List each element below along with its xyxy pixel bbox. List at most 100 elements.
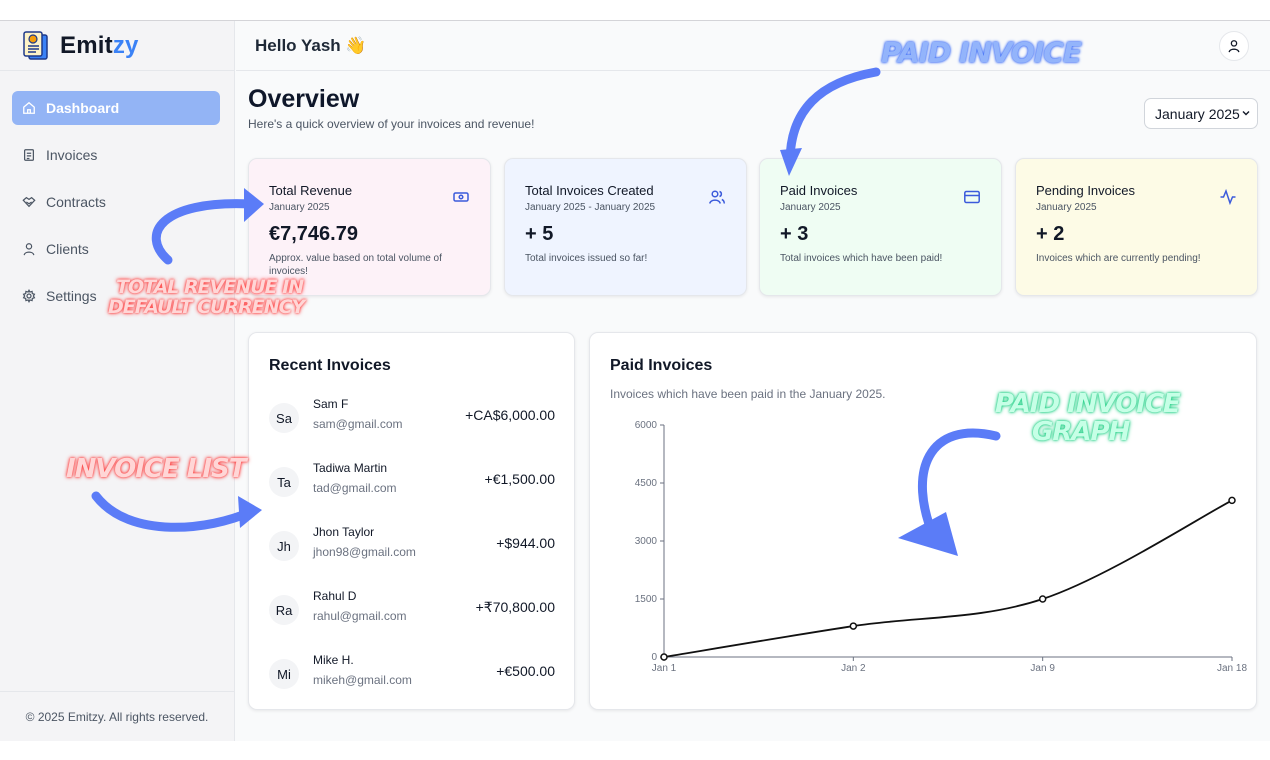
- card-title: Total Revenue: [269, 183, 353, 198]
- sidebar-item-dashboard[interactable]: Dashboard: [12, 91, 220, 125]
- user-icon: [1228, 40, 1240, 53]
- brand-name: Emitzy: [60, 31, 139, 59]
- sidebar-item-contracts[interactable]: Contracts: [12, 185, 220, 219]
- gear-icon: [22, 289, 36, 303]
- card-date: January 2025: [1036, 202, 1097, 213]
- total-invoices-card[interactable]: Total Invoices Created January 2025 - Ja…: [504, 158, 747, 296]
- client-name: Rahul D: [313, 589, 357, 603]
- y-tick-label: 6000: [635, 420, 658, 431]
- client-name: Sam F: [313, 397, 349, 411]
- month-select[interactable]: January 2025: [1144, 98, 1258, 129]
- card-value: + 5: [525, 223, 554, 245]
- invoice-row[interactable]: Sa Sam F sam@gmail.com +CA$6,000.00: [269, 397, 555, 441]
- y-tick-label: 3000: [635, 536, 658, 547]
- sidebar: Emitzy Dashboard Invoices Contracts Clie…: [0, 21, 235, 741]
- users-icon: [709, 190, 726, 204]
- card-date: January 2025 - January 2025: [525, 202, 656, 213]
- client-avatar: Sa: [269, 403, 299, 433]
- card-description: Total invoices issued so far!: [525, 253, 648, 264]
- client-avatar: Ra: [269, 595, 299, 625]
- app-window: Emitzy Dashboard Invoices Contracts Clie…: [0, 20, 1270, 741]
- profile-button[interactable]: [1219, 31, 1249, 61]
- card-value: + 2: [1036, 223, 1065, 245]
- invoice-amount: +CA$6,000.00: [465, 407, 555, 423]
- client-email: tad@gmail.com: [313, 481, 397, 495]
- page-title: Overview: [248, 85, 360, 113]
- main-content: Overview Here's a quick overview of your…: [248, 85, 1258, 710]
- client-email: jhon98@gmail.com: [313, 545, 416, 559]
- chart-title: Paid Invoices: [610, 357, 713, 374]
- sidebar-item-invoices[interactable]: Invoices: [12, 138, 220, 172]
- client-email: sam@gmail.com: [313, 417, 403, 431]
- x-tick-label: Jan 2: [841, 663, 866, 674]
- chevron-down-icon: [1242, 111, 1250, 116]
- invoice-amount: +₹70,800.00: [475, 599, 555, 615]
- paid-invoices-line-chart: 0 1500 3000 4500 6000 Jan 1 Jan 2 Jan 9 Jan 18: [635, 420, 1248, 674]
- card-value: €7,746.79: [269, 223, 358, 245]
- invoice-row[interactable]: Jh Jhon Taylor jhon98@gmail.com +$944.00: [269, 525, 555, 569]
- sidebar-item-label: Contracts: [46, 194, 106, 210]
- document-icon: [24, 149, 34, 161]
- client-name: Mike H.: [313, 653, 354, 667]
- card-description: Invoices which are currently pending!: [1036, 253, 1201, 264]
- pending-invoices-card[interactable]: Pending Invoices January 2025 + 2 Invoic…: [1015, 158, 1258, 296]
- y-tick-label: 1500: [635, 594, 658, 605]
- month-select-value: January 2025: [1155, 105, 1240, 122]
- card-description: Total invoices which have been paid!: [780, 253, 943, 264]
- invoice-logo-icon: [23, 30, 48, 60]
- sidebar-item-label: Dashboard: [46, 100, 120, 116]
- invoice-row[interactable]: Mi Mike H. mikeh@gmail.com +€500.00: [269, 653, 555, 697]
- card-value: + 3: [780, 223, 809, 245]
- home-icon: [23, 101, 35, 114]
- card-date: January 2025: [269, 202, 330, 213]
- sidebar-item-label: Settings: [46, 288, 97, 304]
- sidebar-item-label: Clients: [46, 241, 89, 257]
- client-email: rahul@gmail.com: [313, 609, 407, 623]
- activity-icon: [1220, 188, 1236, 206]
- annotation-graph-1: Paid invoice: [995, 389, 1181, 419]
- x-tick-label: Jan 9: [1030, 663, 1055, 674]
- data-point: [1228, 496, 1236, 505]
- invoice-amount: +$944.00: [496, 535, 555, 551]
- annotation-total-revenue-1: Total revenue in: [116, 276, 304, 298]
- card-date: January 2025: [780, 202, 841, 213]
- stats-cards: Total Revenue January 2025 €7,746.79 App…: [248, 158, 1258, 296]
- x-tick-label: Jan 18: [1217, 663, 1247, 674]
- brand[interactable]: Emitzy: [0, 21, 234, 71]
- client-avatar: Mi: [269, 659, 299, 689]
- y-tick-label: 0: [651, 652, 657, 663]
- annotation-invoice-list: Invoice list: [66, 454, 246, 484]
- page-subtitle: Here's a quick overview of your invoices…: [248, 117, 535, 131]
- x-tick-label: Jan 1: [652, 663, 677, 674]
- data-point: [660, 653, 668, 661]
- annotation-paid-invoice: Paid Invoice: [881, 36, 1082, 69]
- sidebar-item-label: Invoices: [46, 147, 98, 163]
- data-point: [849, 622, 858, 630]
- card-description: Approx. value based on total volume of i…: [269, 253, 442, 277]
- client-name: Jhon Taylor: [313, 525, 375, 539]
- topbar: Hello Yash 👋: [236, 21, 1270, 71]
- client-avatar: Ta: [269, 467, 299, 497]
- recent-invoices-title: Recent Invoices: [269, 357, 391, 374]
- y-tick-label: 4500: [635, 478, 658, 489]
- client-email: mikeh@gmail.com: [313, 673, 412, 687]
- card-title: Pending Invoices: [1036, 183, 1136, 198]
- invoice-row[interactable]: Ra Rahul D rahul@gmail.com +₹70,800.00: [269, 589, 555, 633]
- card-title: Paid Invoices: [780, 183, 858, 198]
- user-icon: [23, 243, 35, 256]
- client-avatar: Jh: [269, 531, 299, 561]
- sidebar-footer: © 2025 Emitzy. All rights reserved.: [0, 691, 234, 741]
- sidebar-item-clients[interactable]: Clients: [12, 232, 220, 266]
- annotation-total-revenue-2: default currency: [108, 296, 305, 318]
- invoice-amount: +€500.00: [496, 663, 555, 679]
- handshake-icon: [22, 196, 36, 208]
- card-title: Total Invoices Created: [525, 183, 654, 198]
- recent-invoices-panel: Recent Invoices Sa Sam F sam@gmail.com +…: [248, 332, 575, 710]
- paid-invoices-card[interactable]: Paid Invoices January 2025 + 3 Total inv…: [759, 158, 1002, 296]
- greeting-text: Hello Yash 👋: [255, 35, 367, 55]
- invoice-row[interactable]: Ta Tadiwa Martin tad@gmail.com +€1,500.0…: [269, 461, 555, 505]
- client-name: Tadiwa Martin: [313, 461, 388, 475]
- series-line: [663, 499, 1233, 658]
- banknote-icon: [453, 192, 469, 202]
- data-point: [1038, 595, 1047, 603]
